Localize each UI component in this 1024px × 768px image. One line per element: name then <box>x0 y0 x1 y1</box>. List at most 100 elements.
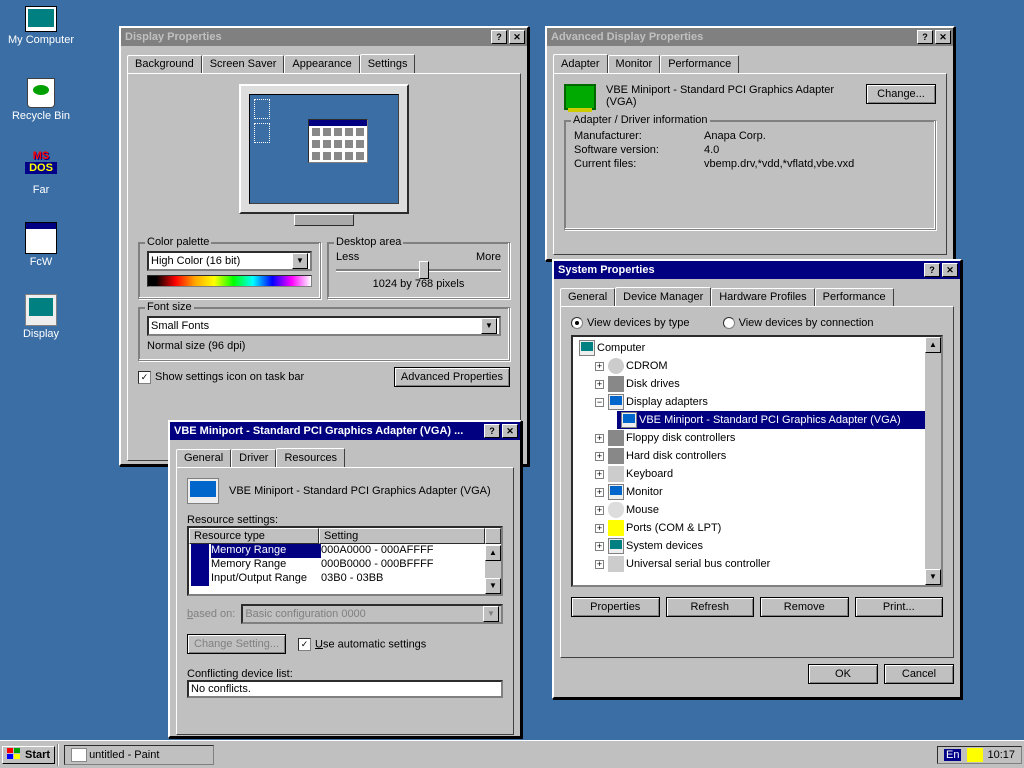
titlebar[interactable]: Advanced Display Properties ? ✕ <box>547 28 953 46</box>
manufacturer-value: Anapa Corp. <box>703 129 927 143</box>
refresh-button[interactable]: Refresh <box>666 597 755 617</box>
resolution-text: 1024 by 768 pixels <box>336 278 501 290</box>
setting-based-on-label: based on: <box>187 608 235 620</box>
tab-screensaver[interactable]: Screen Saver <box>202 55 285 74</box>
close-button[interactable]: ✕ <box>502 424 518 438</box>
windows-logo-icon <box>7 748 23 762</box>
version-value: 4.0 <box>703 143 927 157</box>
desktop-icon-display[interactable]: Display <box>6 294 76 340</box>
scrollbar[interactable]: ▲▼ <box>485 545 501 594</box>
tab-performance[interactable]: Performance <box>660 55 739 74</box>
normal-size-text: Normal size (96 dpi) <box>147 340 501 352</box>
desktop-icon-my-computer[interactable]: My Computer <box>6 6 76 46</box>
monitor-preview <box>234 84 414 234</box>
color-spectrum <box>147 275 312 287</box>
tab-settings[interactable]: Settings <box>360 54 416 73</box>
monitor-icon <box>187 478 219 504</box>
window-title: Advanced Display Properties <box>549 31 915 43</box>
tab-performance[interactable]: Performance <box>815 288 894 307</box>
tree-node: +Keyboard <box>591 465 939 483</box>
font-size-label: Font size <box>145 301 194 313</box>
window-title: System Properties <box>556 264 922 276</box>
titlebar[interactable]: VBE Miniport - Standard PCI Graphics Ada… <box>170 422 520 440</box>
ok-button[interactable]: OK <box>808 664 878 684</box>
tree-selected-item[interactable]: VBE Miniport - Standard PCI Graphics Ada… <box>617 411 939 429</box>
desktop-icon-far[interactable]: MSDOS Far <box>6 150 76 196</box>
display-properties-window: Display Properties ? ✕ Background Screen… <box>119 26 529 466</box>
tree-node: +Floppy disk controllers <box>591 429 939 447</box>
color-palette-label: Color palette <box>145 236 211 248</box>
print-button[interactable]: Print... <box>855 597 944 617</box>
tab-general[interactable]: General <box>176 449 231 468</box>
help-button[interactable]: ? <box>491 30 507 44</box>
remove-button[interactable]: Remove <box>760 597 849 617</box>
window-title: VBE Miniport - Standard PCI Graphics Ada… <box>172 425 482 437</box>
device-name: VBE Miniport - Standard PCI Graphics Ada… <box>229 485 491 497</box>
files-value: vbemp.drv,*vdd,*vflatd,vbe.vxd <box>703 157 927 171</box>
tab-adapter[interactable]: Adapter <box>553 54 608 73</box>
tab-driver[interactable]: Driver <box>231 449 276 468</box>
desktop-area-label: Desktop area <box>334 236 403 248</box>
titlebar[interactable]: Display Properties ? ✕ <box>121 28 527 46</box>
resource-list[interactable]: Resource type Setting Memory Range000A00… <box>187 526 503 596</box>
advanced-properties-button[interactable]: Advanced Properties <box>394 367 510 387</box>
help-button[interactable]: ? <box>924 263 940 277</box>
language-indicator[interactable]: En <box>944 749 961 761</box>
view-by-type-radio[interactable]: View devices by type <box>571 317 690 329</box>
auto-settings-checkbox[interactable]: ✓Use automatic settings <box>298 638 426 651</box>
view-by-connection-radio[interactable]: View devices by connection <box>723 317 874 329</box>
system-properties-window: System Properties ? ✕ General Device Man… <box>552 259 962 699</box>
tree-node: +System devices <box>591 537 939 555</box>
tab-appearance[interactable]: Appearance <box>284 55 359 74</box>
font-size-dropdown[interactable]: Small Fonts▼ <box>147 316 501 336</box>
properties-button[interactable]: Properties <box>571 597 660 617</box>
system-tray[interactable]: En 10:17 <box>937 746 1022 764</box>
conflicting-label: Conflicting device list: <box>187 668 503 680</box>
tray-icon[interactable] <box>967 748 983 762</box>
titlebar[interactable]: System Properties ? ✕ <box>554 261 960 279</box>
tab-general[interactable]: General <box>560 288 615 307</box>
taskbar: Start untitled - Paint En 10:17 <box>0 740 1024 768</box>
advanced-display-properties-window: Advanced Display Properties ? ✕ Adapter … <box>545 26 955 261</box>
tab-resources[interactable]: Resources <box>276 448 345 467</box>
desktop-icon-label: Recycle Bin <box>6 110 76 122</box>
taskbar-item-paint[interactable]: untitled - Paint <box>64 745 214 765</box>
close-button[interactable]: ✕ <box>935 30 951 44</box>
desktop-icon-recycle-bin[interactable]: Recycle Bin <box>6 78 76 122</box>
cancel-button[interactable]: Cancel <box>884 664 954 684</box>
tree-node: +Mouse <box>591 501 939 519</box>
tab-monitor[interactable]: Monitor <box>608 55 661 74</box>
tree-node: +Ports (COM & LPT) <box>591 519 939 537</box>
start-button[interactable]: Start <box>2 746 55 764</box>
desktop-icon-label: Far <box>6 184 76 196</box>
window-title: Display Properties <box>123 31 489 43</box>
scrollbar[interactable]: ▲▼ <box>925 337 941 585</box>
tab-device-manager[interactable]: Device Manager <box>615 287 711 306</box>
tree-root: Computer <box>575 339 939 357</box>
desktop-icon-label: Display <box>6 328 76 340</box>
close-button[interactable]: ✕ <box>942 263 958 277</box>
tree-node: +Disk drives <box>591 375 939 393</box>
color-palette-dropdown[interactable]: High Color (16 bit)▼ <box>147 251 312 271</box>
adapter-icon <box>564 84 596 110</box>
tab-background[interactable]: Background <box>127 55 202 74</box>
desktop-icon-fcw[interactable]: FcW <box>6 222 76 268</box>
tab-hardware-profiles[interactable]: Hardware Profiles <box>711 288 814 307</box>
paint-icon <box>71 748 87 762</box>
tree-node: +Hard disk controllers <box>591 447 939 465</box>
resolution-slider[interactable] <box>336 269 501 272</box>
change-button[interactable]: Change... <box>866 84 936 104</box>
based-on-dropdown: Basic configuration 0000▼ <box>241 604 503 624</box>
device-tree[interactable]: Computer +CDROM +Disk drives −Display ad… <box>571 335 943 587</box>
help-button[interactable]: ? <box>917 30 933 44</box>
change-setting-button: Change Setting... <box>187 634 286 654</box>
resource-settings-label: Resource settings: <box>187 514 503 526</box>
conflict-list: No conflicts. <box>187 680 503 698</box>
desktop-icon-label: FcW <box>6 256 76 268</box>
tree-node: +Universal serial bus controller <box>591 555 939 573</box>
show-settings-checkbox[interactable]: ✓ <box>138 371 151 384</box>
close-button[interactable]: ✕ <box>509 30 525 44</box>
clock[interactable]: 10:17 <box>987 749 1015 761</box>
vbe-properties-window: VBE Miniport - Standard PCI Graphics Ada… <box>168 420 522 738</box>
help-button[interactable]: ? <box>484 424 500 438</box>
